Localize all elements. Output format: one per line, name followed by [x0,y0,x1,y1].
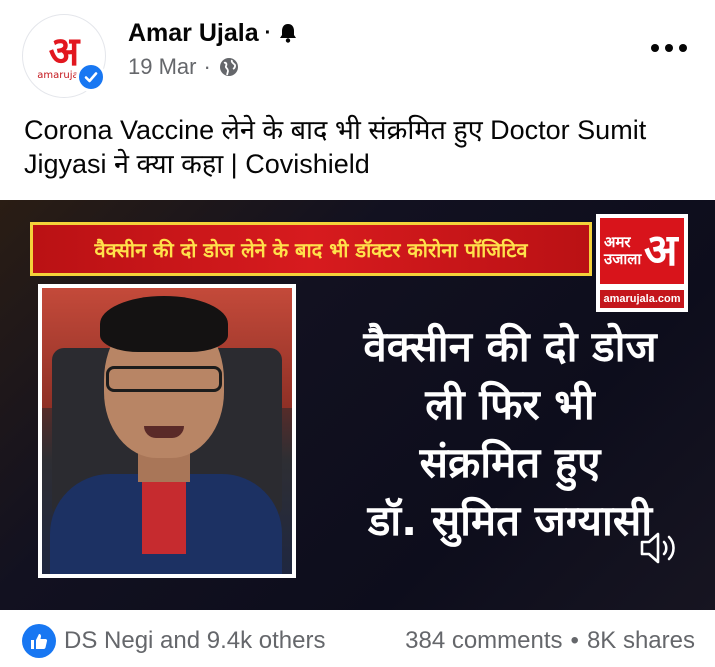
post-date[interactable]: 19 Mar [128,54,196,80]
post-text: Corona Vaccine लेने के बाद भी संक्रमित ह… [24,115,647,179]
sound-icon[interactable] [636,526,680,570]
amar-ujala-logo: अमर उजाला अ amarujala.com [596,214,688,312]
page-name[interactable]: Amar Ujala [128,19,259,48]
avatar-logo-mark: अ [48,27,80,75]
name-separator: · [264,21,272,44]
more-options-icon[interactable] [651,36,687,60]
verified-badge-icon [76,62,106,92]
photo-collar [142,474,186,554]
stats-separator: • [570,627,579,654]
reactions-summary[interactable]: DS Negi and 9.4k others [64,626,325,656]
doctor-photo-frame [38,284,296,578]
meta-separator: · [203,54,211,79]
logo-text: अमर उजाला [604,233,642,268]
overlay-line: संक्रमित हुए [419,438,601,487]
logo-red-block: अमर उजाला अ [600,218,684,284]
logo-glyph: अ [644,225,678,276]
more-dot [651,44,659,52]
like-icon[interactable] [22,624,56,658]
video-player[interactable]: वैक्सीन की दो डोज लेने के बाद भी डॉक्टर … [0,200,715,610]
more-dot [679,44,687,52]
video-headline-banner: वैक्सीन की दो डोज लेने के बाद भी डॉक्टर … [30,222,592,276]
photo-glasses [106,366,222,392]
video-overlay-text: वैक्सीन की दो डोज ली फिर भी संक्रमित हुए… [300,318,715,550]
post-stats: 384 comments • 8K shares [405,626,695,656]
comments-count[interactable]: 384 comments [405,626,562,656]
photo-hair [100,296,228,352]
more-dot [665,44,673,52]
photo-mouth [144,426,184,438]
logo-url: amarujala.com [600,290,684,308]
overlay-line: ली फिर भी [425,380,595,429]
shares-count[interactable]: 8K shares [587,626,695,656]
page-name-row: Amar Ujala · [128,16,299,50]
doctor-photo [42,288,292,574]
post-meta: 19 Mar · [128,52,240,82]
globe-icon [218,56,240,78]
overlay-line: वैक्सीन की दो डोज [363,322,657,371]
bell-icon[interactable] [277,22,299,44]
